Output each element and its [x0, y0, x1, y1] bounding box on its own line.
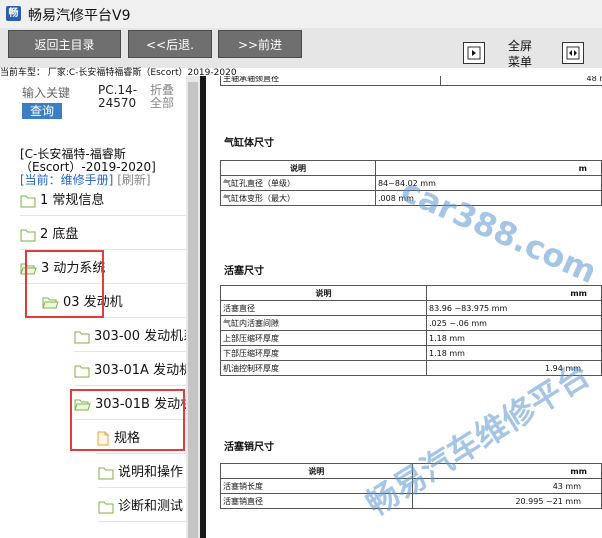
app-title: 畅易汽修平台V9 [28, 8, 131, 24]
table-cell: 84~84.02 mm [374, 175, 602, 191]
fold-all-button[interactable]: 折叠 全部 [150, 84, 180, 110]
table-header-cell: 说明 [220, 463, 413, 479]
scroll-thumb[interactable] [188, 82, 198, 538]
table-cell: 气缸内活塞间隙 [220, 315, 427, 331]
refresh-link[interactable]: [刷新] [117, 173, 150, 187]
table-cell: 1.18 mm [426, 345, 602, 361]
tree-item-label: 2 底盘 [40, 227, 79, 242]
pc-code: PC.14- 24570 [98, 83, 138, 110]
section-title: 气缸体尺寸 [224, 138, 274, 149]
table-header-cell: 说明 [220, 285, 427, 301]
tree-item[interactable]: 说明和操作 [98, 463, 183, 483]
spec-table: 说明 m 气缸孔直径（单级） 84~84.02 mm 气缸体变形（最大） .008 mm [220, 160, 602, 206]
table-header-cell: mm [411, 463, 602, 479]
tree-item-label: 303-01A 发动机 [94, 363, 193, 378]
tree-item-label: 诊断和测试 [118, 499, 184, 514]
table-cell: .025 ~.06 mm [426, 315, 602, 331]
table-row: 气缸内活塞间隙 .025 ~.06 mm [220, 315, 602, 331]
folder-icon [20, 227, 40, 242]
table-row: 活塞直径 83.96 ~83.975 mm [220, 300, 602, 316]
tree-item[interactable]: 303-01A 发动机 [74, 361, 192, 381]
table-cell: 43 mm [411, 478, 602, 494]
tree-separator [98, 521, 186, 522]
toolbar: 返回主目录 <<后退. >>前进 全屏 菜单 [0, 28, 602, 70]
table-row: 活塞销长度 43 mm [220, 478, 602, 494]
table-cell: 下部压缩环厚度 [220, 345, 427, 361]
back-main-button[interactable]: 返回主目录 [8, 30, 121, 58]
query-button[interactable]: 查询 [22, 103, 62, 119]
keyword-input[interactable]: 输入关键 [22, 84, 77, 101]
table-cell: 气缸孔直径（单级） [220, 175, 376, 191]
tree-item-label: 303-00 发动机系 [94, 329, 197, 344]
table-header-cell: mm [426, 285, 602, 301]
vehicle-info: [C-长安福特-福睿斯 （Escort）-2019-2020] [当前：维修手册… [20, 147, 156, 187]
table-cell: 83.96 ~83.975 mm [426, 300, 602, 316]
table-row: 气缸体变形（最大） .008 mm [220, 190, 602, 206]
table-cell: .008 mm [374, 190, 602, 206]
next-button[interactable]: >>前进 [218, 30, 302, 58]
spec-table: 说明 mm 活塞销长度 43 mm 活塞销直径 20.995 ~21 mm [220, 463, 602, 509]
folder-icon [20, 193, 40, 208]
title-bar: 畅 畅易汽修平台V9 [0, 0, 602, 28]
table-row: 机油控制环厚度 1.94 mm [220, 360, 602, 376]
tree-separator [20, 215, 186, 216]
current-manual-link[interactable]: [当前：维修手册] [20, 173, 113, 187]
table-row: 上部压缩环厚度 1.18 mm [220, 330, 602, 346]
tree-separator [96, 453, 186, 454]
expand-panel-icon[interactable] [463, 42, 485, 64]
table-cell: 20.995 ~21 mm [411, 493, 602, 509]
table-cell: 活塞销直径 [220, 493, 413, 509]
folder-icon [98, 499, 118, 514]
section-title: 活塞销尺寸 [224, 442, 274, 453]
table-cell: 活塞直径 [220, 300, 427, 316]
prev-button[interactable]: <<后退. [128, 30, 212, 58]
tree-separator [98, 487, 186, 488]
table-row: 气缸孔直径（单级） 84~84.02 mm [220, 175, 602, 191]
folder-icon [74, 329, 94, 344]
table-cell: 机油控制环厚度 [220, 360, 427, 376]
highlight-box-power [25, 250, 104, 318]
left-scrollbar[interactable] [186, 76, 200, 538]
table-row: 活塞销直径 20.995 ~21 mm [220, 493, 602, 509]
left-panel: 输入关键 查询 PC.14- 24570 折叠 全部 [C-长安福特-福睿斯 （Es… [0, 76, 200, 538]
table-header-cell: m [374, 160, 602, 176]
fullscreen-menu-label[interactable]: 全屏 菜单 [500, 38, 540, 70]
table-cell: 活塞销长度 [220, 478, 413, 494]
spec-table: 说明 mm 活塞直径 83.96 ~83.975 mm 气缸内活塞间隙 .025 ~.06… [220, 285, 602, 376]
section-title: 活塞尺寸 [224, 266, 264, 277]
table-cell: 1.18 mm [426, 330, 602, 346]
table-header-cell: 说明 [220, 160, 376, 176]
app-logo-icon: 畅 [6, 6, 21, 21]
tree-item[interactable]: 2 底盘 [20, 225, 78, 245]
tree-item[interactable]: 303-00 发动机系 [74, 327, 196, 347]
tree-item-label: 说明和操作 [118, 465, 184, 480]
table-cell: 气缸体变形（最大） [220, 190, 376, 206]
tree-separator [74, 385, 186, 386]
table-cell: 上部压缩环厚度 [220, 330, 427, 346]
table-cell: 1.94 mm [426, 360, 602, 376]
document-view: 主轴承轴颈直径48 m 气缸体尺寸说明m气缸孔直径（单级）84~84.02 mm… [206, 76, 602, 538]
collapse-panel-icon[interactable] [562, 42, 584, 64]
tree-item[interactable]: 诊断和测试 [98, 497, 183, 517]
table-row: 下部压缩环厚度 1.18 mm [220, 345, 602, 361]
tree-separator [74, 351, 186, 352]
highlight-box-engine [70, 389, 185, 451]
tree-item[interactable]: 1 常规信息 [20, 191, 104, 211]
folder-icon [74, 363, 94, 378]
top-table: 主轴承轴颈直径48 m [220, 76, 602, 86]
tree-item-label: 1 常规信息 [40, 193, 105, 208]
folder-icon [98, 465, 118, 480]
